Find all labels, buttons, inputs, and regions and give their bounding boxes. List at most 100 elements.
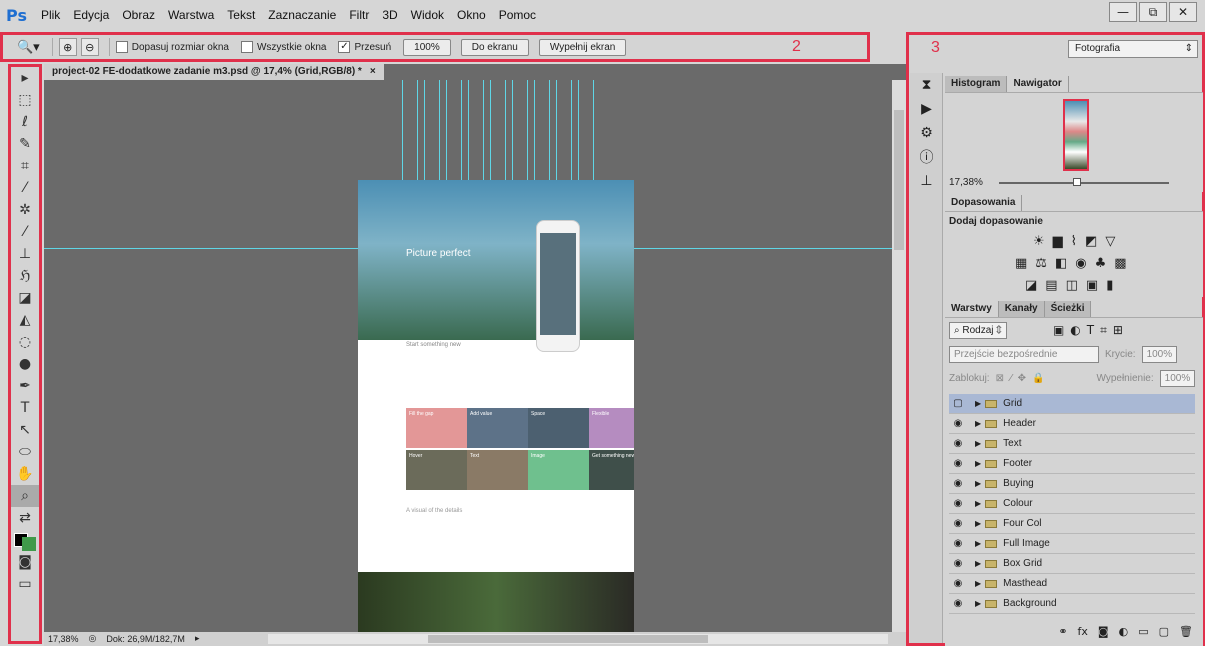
black-white-icon[interactable]: ◧: [1055, 256, 1067, 271]
layer-row[interactable]: ◉ ▶ Background: [949, 594, 1195, 614]
eye-icon[interactable]: ◉: [949, 518, 967, 529]
hand-tool-icon[interactable]: ✋: [11, 463, 39, 485]
expand-triangle-icon[interactable]: ▶: [975, 439, 981, 448]
new-group-icon[interactable]: ▭: [1138, 625, 1148, 641]
ellipse-tool-icon[interactable]: ⬭: [11, 441, 39, 463]
dodge-tool-icon[interactable]: ●: [11, 353, 39, 375]
info-icon[interactable]: ⓘ: [910, 145, 943, 169]
eye-icon[interactable]: ◉: [949, 598, 967, 609]
scroll-thumb[interactable]: [894, 110, 904, 250]
gradient-map-icon[interactable]: ▮: [1106, 278, 1113, 293]
minimize-button[interactable]: —: [1109, 2, 1137, 22]
zoom-slider[interactable]: [999, 178, 1169, 186]
eyedropper-tool-icon[interactable]: ⁄: [11, 177, 39, 199]
eye-icon[interactable]: ◉: [949, 538, 967, 549]
adjustment-layer-icon[interactable]: ◐: [1119, 625, 1129, 641]
actions-icon[interactable]: ▶: [910, 97, 943, 121]
menu-window[interactable]: Okno: [457, 8, 486, 22]
workspace-select[interactable]: Fotografia ⇕: [1068, 40, 1198, 58]
menu-filter[interactable]: Filtr: [349, 8, 369, 22]
layer-mask-icon[interactable]: ◙: [1098, 625, 1109, 641]
layer-row[interactable]: ◉ ▶ Text: [949, 434, 1195, 454]
tab-adjustments[interactable]: Dopasowania: [945, 195, 1023, 211]
move-tool-icon[interactable]: ▸: [11, 67, 39, 89]
checkmark-icon[interactable]: ✓: [338, 41, 351, 53]
expand-triangle-icon[interactable]: ▶: [975, 579, 981, 588]
eye-icon[interactable]: ◉: [949, 458, 967, 469]
eye-icon[interactable]: ◉: [949, 578, 967, 589]
checkbox-box[interactable]: [115, 41, 128, 53]
layer-style-icon[interactable]: fx: [1078, 625, 1088, 641]
quick-mask-icon[interactable]: ◙: [11, 551, 39, 573]
close-button[interactable]: ✕: [1169, 2, 1197, 22]
expand-triangle-icon[interactable]: ▶: [975, 559, 981, 568]
swap-colors-icon[interactable]: ⇄: [11, 507, 39, 529]
fill-screen-button[interactable]: Wypełnij ekran: [538, 38, 627, 56]
menu-help[interactable]: Pomoc: [499, 8, 536, 22]
new-layer-icon[interactable]: ▢: [1159, 625, 1169, 641]
layer-filter-select[interactable]: ⌕ Rodzaj ⇕: [949, 322, 1007, 339]
color-swatches-icon[interactable]: [11, 529, 39, 551]
menu-view[interactable]: Widok: [411, 8, 444, 22]
eraser-tool-icon[interactable]: ◪: [11, 287, 39, 309]
tab-channels[interactable]: Kanały: [998, 301, 1045, 317]
scroll-thumb[interactable]: [428, 635, 708, 643]
levels-icon[interactable]: ▆: [1053, 234, 1063, 249]
quick-select-tool-icon[interactable]: ✎: [11, 133, 39, 155]
eye-icon[interactable]: ◉: [949, 498, 967, 509]
zoom-out-icon[interactable]: ⊖: [80, 38, 99, 56]
brightness-icon[interactable]: ☀: [1033, 234, 1045, 249]
expand-triangle-icon[interactable]: ▶: [975, 399, 981, 408]
status-icon[interactable]: ◎: [89, 634, 97, 644]
brush-tool-icon[interactable]: ⁄: [11, 221, 39, 243]
tab-navigator[interactable]: Nawigator: [1007, 76, 1069, 92]
screen-mode-icon[interactable]: ▭: [11, 573, 39, 595]
menu-type[interactable]: Tekst: [227, 8, 255, 22]
layer-row[interactable]: ◉ ▶ Full Image: [949, 534, 1195, 554]
eye-icon[interactable]: ◉: [949, 478, 967, 489]
layer-row[interactable]: ▢ ▶ Grid: [949, 394, 1195, 414]
expand-triangle-icon[interactable]: ▶: [975, 479, 981, 488]
zoom-slider-handle[interactable]: [1073, 178, 1081, 186]
marquee-tool-icon[interactable]: ⬚: [11, 89, 39, 111]
hue-saturation-icon[interactable]: ▦: [1015, 256, 1027, 271]
expand-triangle-icon[interactable]: ▶: [975, 419, 981, 428]
layer-row[interactable]: ◉ ▶ Box Grid: [949, 554, 1195, 574]
link-layers-icon[interactable]: ⚭: [1058, 625, 1067, 641]
healing-brush-tool-icon[interactable]: ✲: [11, 199, 39, 221]
pen-tool-icon[interactable]: ✒: [11, 375, 39, 397]
blend-mode-select[interactable]: Przejście bezpośrednie: [949, 346, 1099, 363]
layer-row[interactable]: ◉ ▶ Colour: [949, 494, 1195, 514]
restore-button[interactable]: ⧉: [1139, 2, 1167, 22]
history-brush-tool-icon[interactable]: ℌ: [11, 265, 39, 287]
play-icon[interactable]: ▸: [195, 634, 200, 644]
threshold-icon[interactable]: ◫: [1066, 278, 1078, 293]
scrubby-zoom-checkbox[interactable]: ✓ Przesuń: [338, 41, 391, 53]
checkbox-box[interactable]: [240, 41, 253, 53]
menu-edit[interactable]: Edycja: [73, 8, 109, 22]
type-tool-icon[interactable]: T: [11, 397, 39, 419]
curves-icon[interactable]: ⌇: [1071, 234, 1077, 249]
navigator-thumbnail[interactable]: [1063, 99, 1089, 171]
document-tab[interactable]: project-02 FE-dodatkowe zadanie m3.psd @…: [44, 64, 384, 80]
menu-select[interactable]: Zaznaczanie: [268, 8, 336, 22]
opacity-input[interactable]: 100%: [1141, 346, 1178, 363]
selective-color-icon[interactable]: ▣: [1086, 278, 1098, 293]
menu-image[interactable]: Obraz: [122, 8, 155, 22]
lasso-tool-icon[interactable]: ℓ: [11, 111, 39, 133]
expand-triangle-icon[interactable]: ▶: [975, 539, 981, 548]
hidden-eye-icon[interactable]: ▢: [949, 398, 967, 409]
fit-window-checkbox[interactable]: Dopasuj rozmiar okna: [115, 41, 229, 53]
layer-row[interactable]: ◉ ▶ Footer: [949, 454, 1195, 474]
blur-tool-icon[interactable]: ◌: [11, 331, 39, 353]
stamp-tool-icon[interactable]: ⊥: [11, 243, 39, 265]
bucket-tool-icon[interactable]: ◭: [11, 309, 39, 331]
layer-row[interactable]: ◉ ▶ Masthead: [949, 574, 1195, 594]
menu-layer[interactable]: Warstwa: [168, 8, 214, 22]
color-balance-icon[interactable]: ⚖: [1035, 256, 1047, 271]
eye-icon[interactable]: ◉: [949, 558, 967, 569]
photo-filter-icon[interactable]: ◉: [1075, 256, 1086, 271]
layer-row[interactable]: ◉ ▶ Header: [949, 414, 1195, 434]
tab-paths[interactable]: Ścieżki: [1044, 301, 1092, 317]
tab-histogram[interactable]: Histogram: [945, 76, 1008, 92]
